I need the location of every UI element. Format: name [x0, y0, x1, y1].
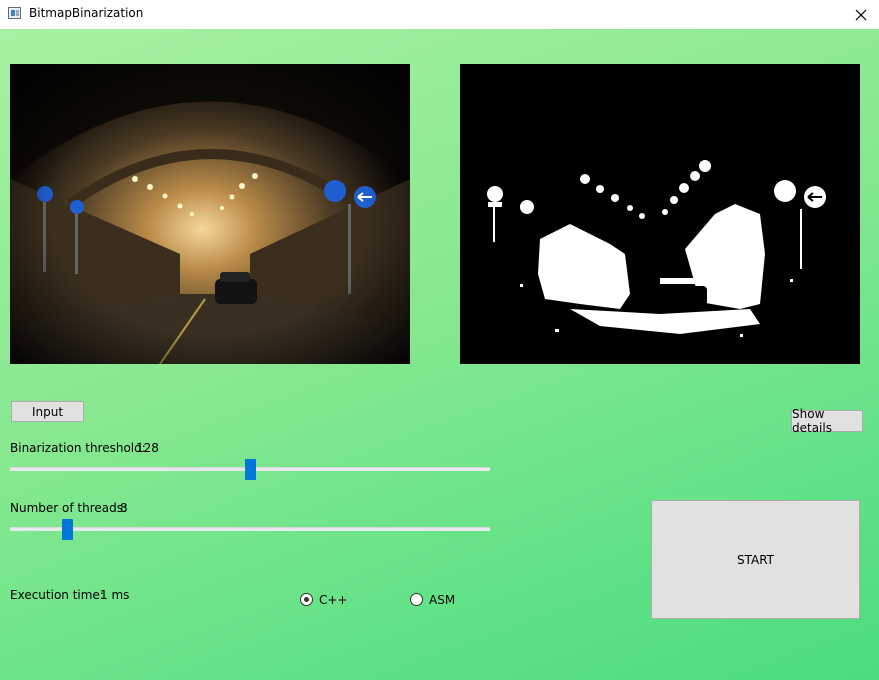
radio-asm-label[interactable]: ASM: [429, 593, 455, 607]
threads-label: Number of threads:: [10, 501, 128, 515]
threads-slider-track[interactable]: [10, 527, 490, 531]
client-area: Input Show details Binarization threshol…: [0, 29, 879, 680]
close-button[interactable]: [843, 0, 879, 29]
radio-cpp-circle[interactable]: [300, 593, 313, 606]
threshold-slider-thumb[interactable]: [245, 459, 257, 480]
threshold-value: 128: [136, 441, 159, 455]
radio-cpp-label[interactable]: C++: [319, 593, 348, 607]
input-button[interactable]: Input: [11, 401, 84, 422]
input-image: [10, 64, 410, 364]
window-title: BitmapBinarization: [29, 6, 144, 20]
output-image: [460, 64, 860, 364]
start-button[interactable]: START: [651, 500, 860, 619]
close-icon: [855, 9, 867, 20]
threshold-label: Binarization threshold:: [10, 441, 146, 455]
execution-time-value: 1 ms: [100, 588, 130, 602]
radio-asm-circle[interactable]: [410, 593, 423, 606]
show-details-button[interactable]: Show details: [791, 407, 863, 435]
execution-time-label: Execution time:: [10, 588, 104, 602]
threads-value: 8: [120, 501, 128, 515]
threads-slider-thumb[interactable]: [62, 519, 74, 540]
app-window-icon: [8, 7, 21, 19]
title-bar: BitmapBinarization: [0, 0, 879, 29]
